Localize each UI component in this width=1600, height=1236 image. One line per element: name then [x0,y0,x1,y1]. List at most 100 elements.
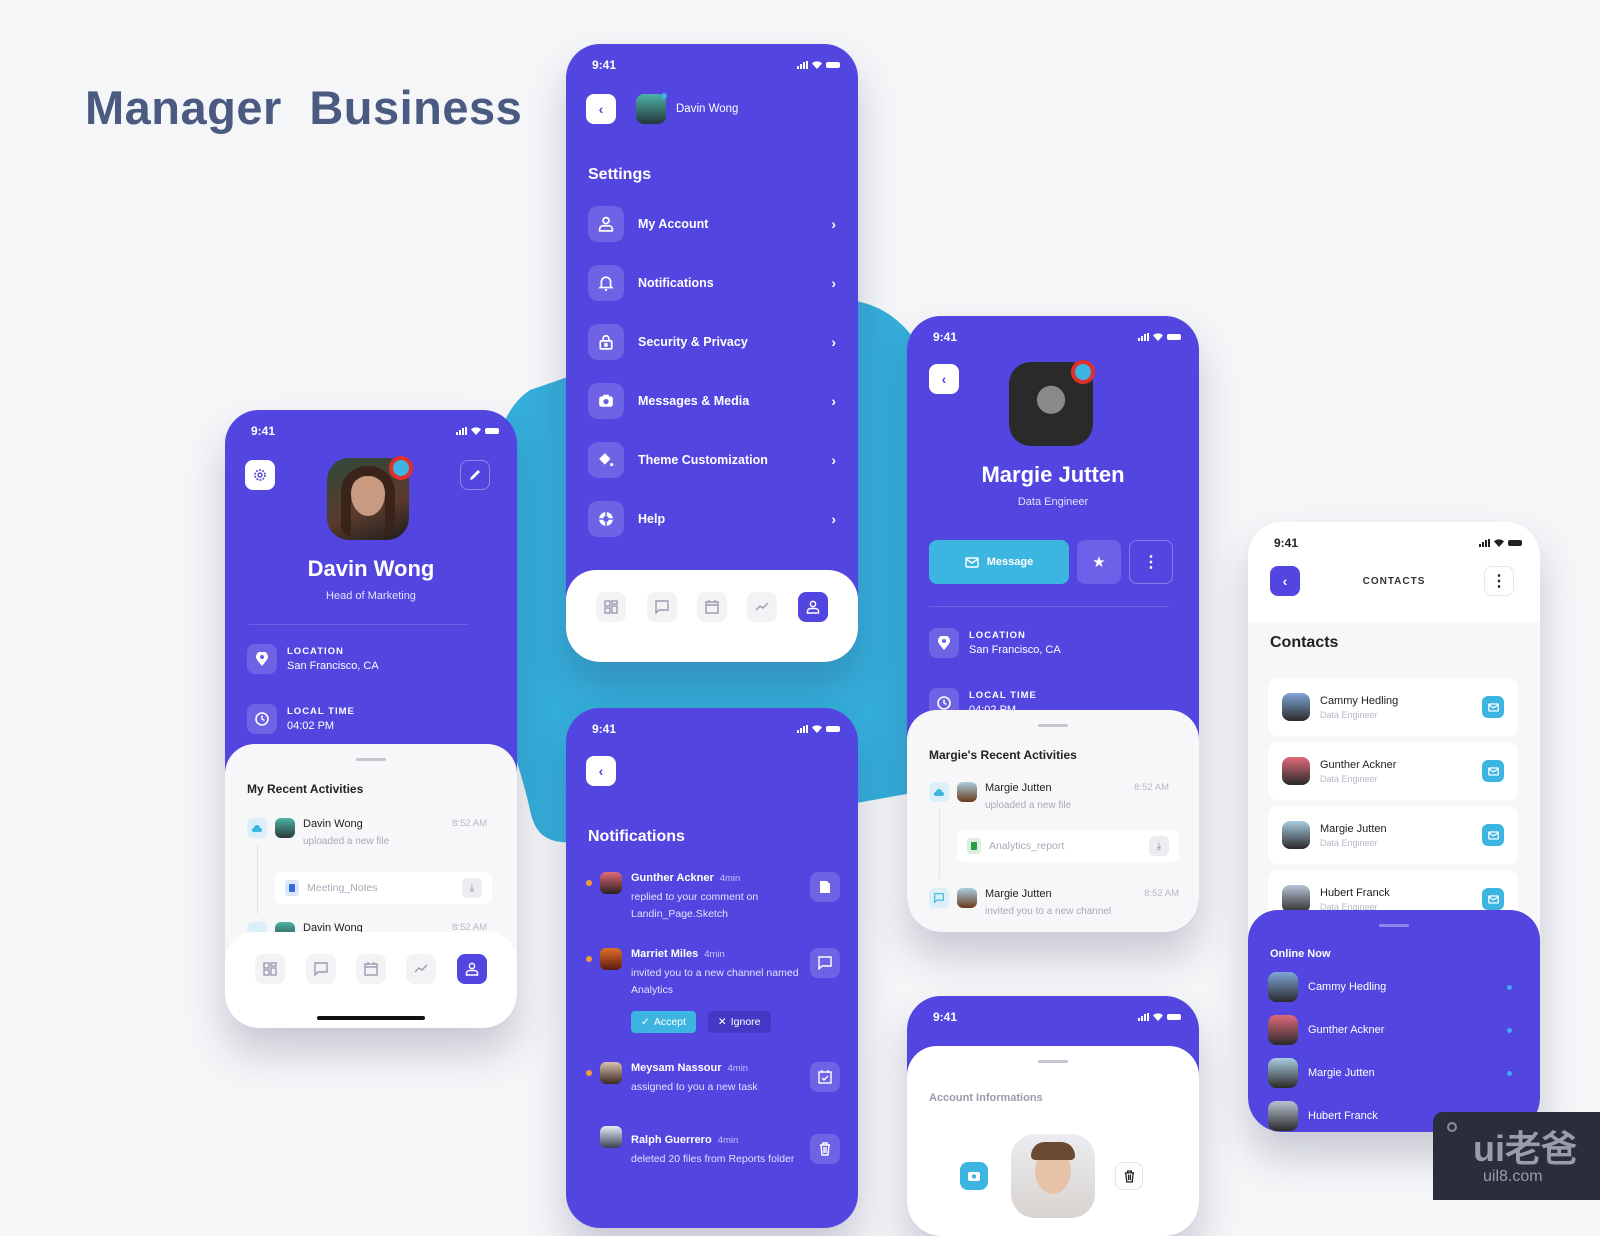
tab-dashboard[interactable] [255,954,286,984]
back-button[interactable]: ‹ [586,756,616,786]
settings-item-notifications[interactable]: Notifications › [588,265,836,301]
more-button[interactable]: ⋮ [1129,540,1173,584]
account-sheet: Account Informations [907,1046,1199,1236]
notification-item[interactable]: Gunther Ackner 4min replied to your commen… [586,872,840,923]
lock-icon [588,324,624,360]
document-icon[interactable] [810,872,840,902]
online-now-sheet[interactable]: Online Now Cammy Hedling Gunther Ackner Ma… [1248,910,1540,1132]
mail-button[interactable] [1482,760,1504,782]
change-photo-button[interactable] [960,1162,988,1190]
tab-calendar[interactable] [696,592,727,622]
location-pin-icon [247,644,277,674]
more-button[interactable]: ⋮ [1484,566,1514,596]
settings-item-theme-customization[interactable]: Theme Customization › [588,442,836,478]
tab-profile[interactable] [797,592,828,622]
drag-handle[interactable] [1038,1060,1068,1063]
drag-handle[interactable] [1379,924,1409,927]
drag-handle[interactable] [1038,724,1068,727]
mail-icon [1487,766,1499,776]
tab-calendar[interactable] [355,954,386,984]
mail-icon [1487,830,1499,840]
avatar [600,872,622,894]
settings-button[interactable] [245,460,275,490]
download-button[interactable]: ⤓ [1149,836,1169,856]
mail-button[interactable] [1482,888,1504,910]
contact-name: Margie Jutten [981,462,1125,487]
settings-item-my-account[interactable]: My Account › [588,206,836,242]
cloud-upload-icon [247,818,267,838]
camera-icon [588,383,624,419]
battery-icon [1167,1014,1181,1020]
divider [249,624,469,625]
accept-button[interactable]: ✓ Accept [631,1011,696,1033]
settings-item-messages-media[interactable]: Messages & Media › [588,383,836,419]
battery-icon [485,428,499,434]
file-attachment[interactable]: Meeting_Notes ⤓ [275,872,492,904]
tab-dashboard[interactable] [596,592,627,622]
avatar [1268,1058,1298,1088]
status-bar: 9:41 [933,328,1181,346]
settings-item-security-privacy[interactable]: Security & Privacy › [588,324,836,360]
notification-item[interactable]: Marriet Miles 4min invited you to a new ch… [586,948,840,1033]
activity-item: Davin Wong 8:52 AM uploaded a new file [247,818,487,847]
download-button[interactable]: ⤓ [462,878,482,898]
edit-button[interactable] [460,460,490,490]
grid-icon [263,962,277,976]
signal-icon [456,427,467,435]
contact-role: Data Engineer [1017,496,1089,508]
contact-card[interactable]: Cammy Hedling Data Engineer [1268,678,1518,736]
tab-analytics[interactable] [747,592,778,622]
unread-dot [586,880,592,886]
message-button[interactable]: Message [929,540,1069,584]
chat-icon[interactable] [810,948,840,978]
cloud-upload-icon [929,782,949,802]
info-local-time: LOCAL TIME 04:02 PM [247,704,495,734]
online-dot [1507,984,1512,990]
calendar-icon [364,962,378,976]
ignore-button[interactable]: ✕ Ignore [707,1011,771,1033]
more-vertical-icon: ⋮ [1491,573,1507,590]
notification-item[interactable]: Meysam Nassour 4min assigned to you a new … [586,1062,840,1096]
watermark-logo: ui老爸 [1473,1128,1577,1169]
notifications-title: Notifications [588,828,685,845]
favorite-button[interactable]: ★ [1077,540,1121,584]
delete-photo-button[interactable] [1115,1162,1143,1190]
chevron-right-icon: › [831,511,836,527]
tab-messages[interactable] [646,592,677,622]
online-user[interactable]: Margie Jutten [1268,1058,1512,1088]
tab-messages[interactable] [305,954,336,984]
contact-card[interactable]: Gunther Ackner Data Engineer [1268,742,1518,800]
file-attachment[interactable]: Analytics_report ⤓ [957,830,1179,862]
wifi-icon [812,725,822,733]
chat-icon [929,888,949,908]
account-avatar [1011,1134,1095,1218]
camera-icon [968,1172,980,1181]
avatar [600,1126,622,1148]
settings-item-help[interactable]: Help › [588,501,836,537]
paint-bucket-icon [588,442,624,478]
wifi-icon [1153,1013,1163,1021]
battery-icon [826,62,840,68]
online-user[interactable]: Gunther Ackner [1268,1015,1512,1045]
back-button[interactable]: ‹ [586,94,616,124]
unread-dot [586,956,592,962]
user-icon [588,206,624,242]
account-screen: 9:41 Account Informations [907,996,1199,1236]
online-indicator [661,93,667,99]
profile-role: Head of Marketing [326,590,416,602]
signal-icon [797,725,808,733]
mail-button[interactable] [1482,696,1504,718]
watermark-url: uil8.com [1483,1168,1543,1185]
chevron-left-icon: ‹ [598,763,604,779]
trash-icon[interactable] [810,1134,840,1164]
online-user[interactable]: Cammy Hedling [1268,972,1512,1002]
drag-handle[interactable] [356,758,386,761]
calendar-check-icon[interactable] [810,1062,840,1092]
tab-profile[interactable] [456,954,487,984]
tab-analytics[interactable] [406,954,437,984]
activities-sheet[interactable]: Margie's Recent Activities Margie Jutten… [907,710,1199,932]
contact-card[interactable]: Margie Jutten Data Engineer [1268,806,1518,864]
notification-item[interactable]: Ralph Guerrero 4min deleted 20 files from … [586,1126,840,1168]
mail-button[interactable] [1482,824,1504,846]
back-button[interactable]: ‹ [929,364,959,394]
